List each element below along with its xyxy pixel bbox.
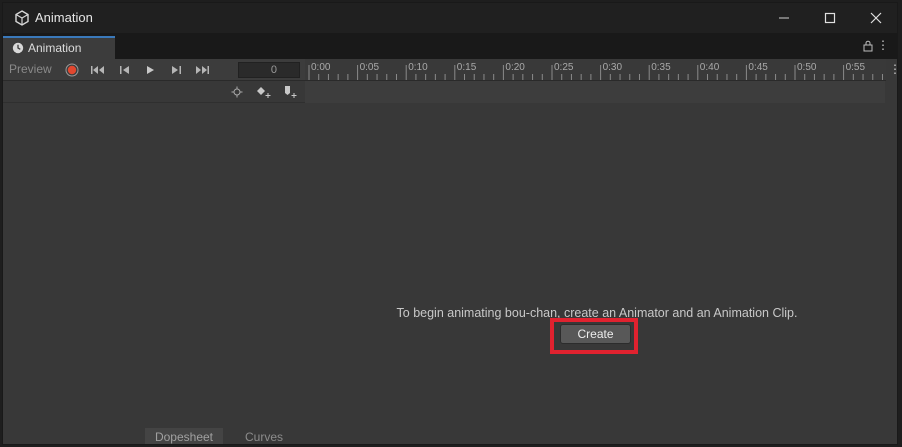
clock-icon [12, 42, 24, 54]
unity-icon [15, 10, 29, 26]
ruler-tick-label: 0:40 [699, 62, 720, 73]
record-button[interactable] [62, 62, 82, 78]
record-icon [65, 63, 79, 77]
view-mode-tabs: Dopesheet Curves [3, 426, 305, 444]
maximize-button[interactable] [807, 3, 853, 33]
crosshair-icon [231, 86, 243, 98]
title-bar: Animation [3, 3, 897, 33]
ruler-tick-label: 0:50 [797, 62, 817, 73]
step-forward-icon [172, 66, 181, 74]
last-keyframe-button[interactable] [192, 62, 212, 78]
ruler-tick-label: 0:45 [748, 62, 768, 73]
time-ruler[interactable]: 0:00 0:05 0:10 0:15 0:20 0:25 0:30 0:35 0:40 0:45… [305, 59, 886, 81]
tab-curves[interactable]: Curves [225, 428, 303, 444]
ruler-tick-label: 0:05 [359, 62, 380, 73]
first-keyframe-button[interactable] [88, 62, 108, 78]
add-keyframe-button[interactable] [254, 84, 274, 100]
minimize-icon [779, 17, 789, 19]
ruler-tick-label: 0:10 [408, 62, 428, 73]
property-list [3, 103, 305, 426]
tab-dopesheet[interactable]: Dopesheet [145, 428, 223, 444]
preview-button[interactable]: Preview [9, 62, 52, 76]
tab-bar: Animation ⋮ [3, 33, 897, 59]
timeline-options-icon[interactable]: ⋮ [889, 62, 897, 76]
ruler-tick-label: 0:55 [845, 62, 866, 73]
events-row[interactable] [305, 81, 885, 103]
ruler-tick-label: 0:00 [311, 62, 331, 73]
next-keyframe-button[interactable] [166, 62, 186, 78]
left-panel: Preview 0 Dopesheet Curves [3, 59, 305, 444]
vertical-scrollbar[interactable] [887, 81, 897, 444]
maximize-icon [824, 12, 836, 24]
create-button[interactable]: Create [560, 324, 631, 344]
animation-window: Animation Animation ⋮ Preview 0 Dopeshee… [2, 2, 898, 445]
step-back-icon [120, 66, 129, 74]
more-options-icon[interactable]: ⋮ [877, 38, 889, 52]
close-icon [870, 12, 882, 24]
tab-animation[interactable]: Animation [3, 36, 115, 59]
skip-forward-icon [196, 66, 209, 74]
lock-icon[interactable] [863, 40, 873, 52]
timeline-panel: 0:00 0:05 0:10 0:15 0:20 0:25 0:30 0:35 0:40 0:45… [305, 59, 897, 444]
filter-button[interactable] [227, 84, 247, 100]
ruler-tick-label: 0:25 [554, 62, 574, 73]
frame-field[interactable]: 0 [238, 62, 300, 78]
ruler-tick-label: 0:35 [651, 62, 671, 73]
window-title: Animation [35, 10, 93, 25]
tab-label: Animation [28, 41, 82, 55]
add-event-icon [285, 86, 297, 98]
dopesheet-area: To begin animating bou-chan, create an A… [305, 103, 897, 444]
minimize-button[interactable] [761, 3, 807, 33]
ruler-tick-label: 0:30 [602, 62, 623, 73]
play-button[interactable] [140, 62, 160, 78]
close-button[interactable] [853, 3, 897, 33]
skip-back-icon [91, 66, 104, 74]
ruler-tick-label: 0:15 [456, 62, 477, 73]
empty-state-message: To begin animating bou-chan, create an A… [396, 306, 798, 320]
play-icon [147, 66, 154, 74]
ruler-tick-label: 0:20 [505, 62, 525, 73]
add-keyframe-icon [257, 87, 271, 98]
playback-controls: Preview 0 [3, 59, 305, 81]
previous-keyframe-button[interactable] [115, 62, 135, 78]
keyframe-toolbar [3, 81, 305, 103]
add-event-button[interactable] [280, 84, 300, 100]
